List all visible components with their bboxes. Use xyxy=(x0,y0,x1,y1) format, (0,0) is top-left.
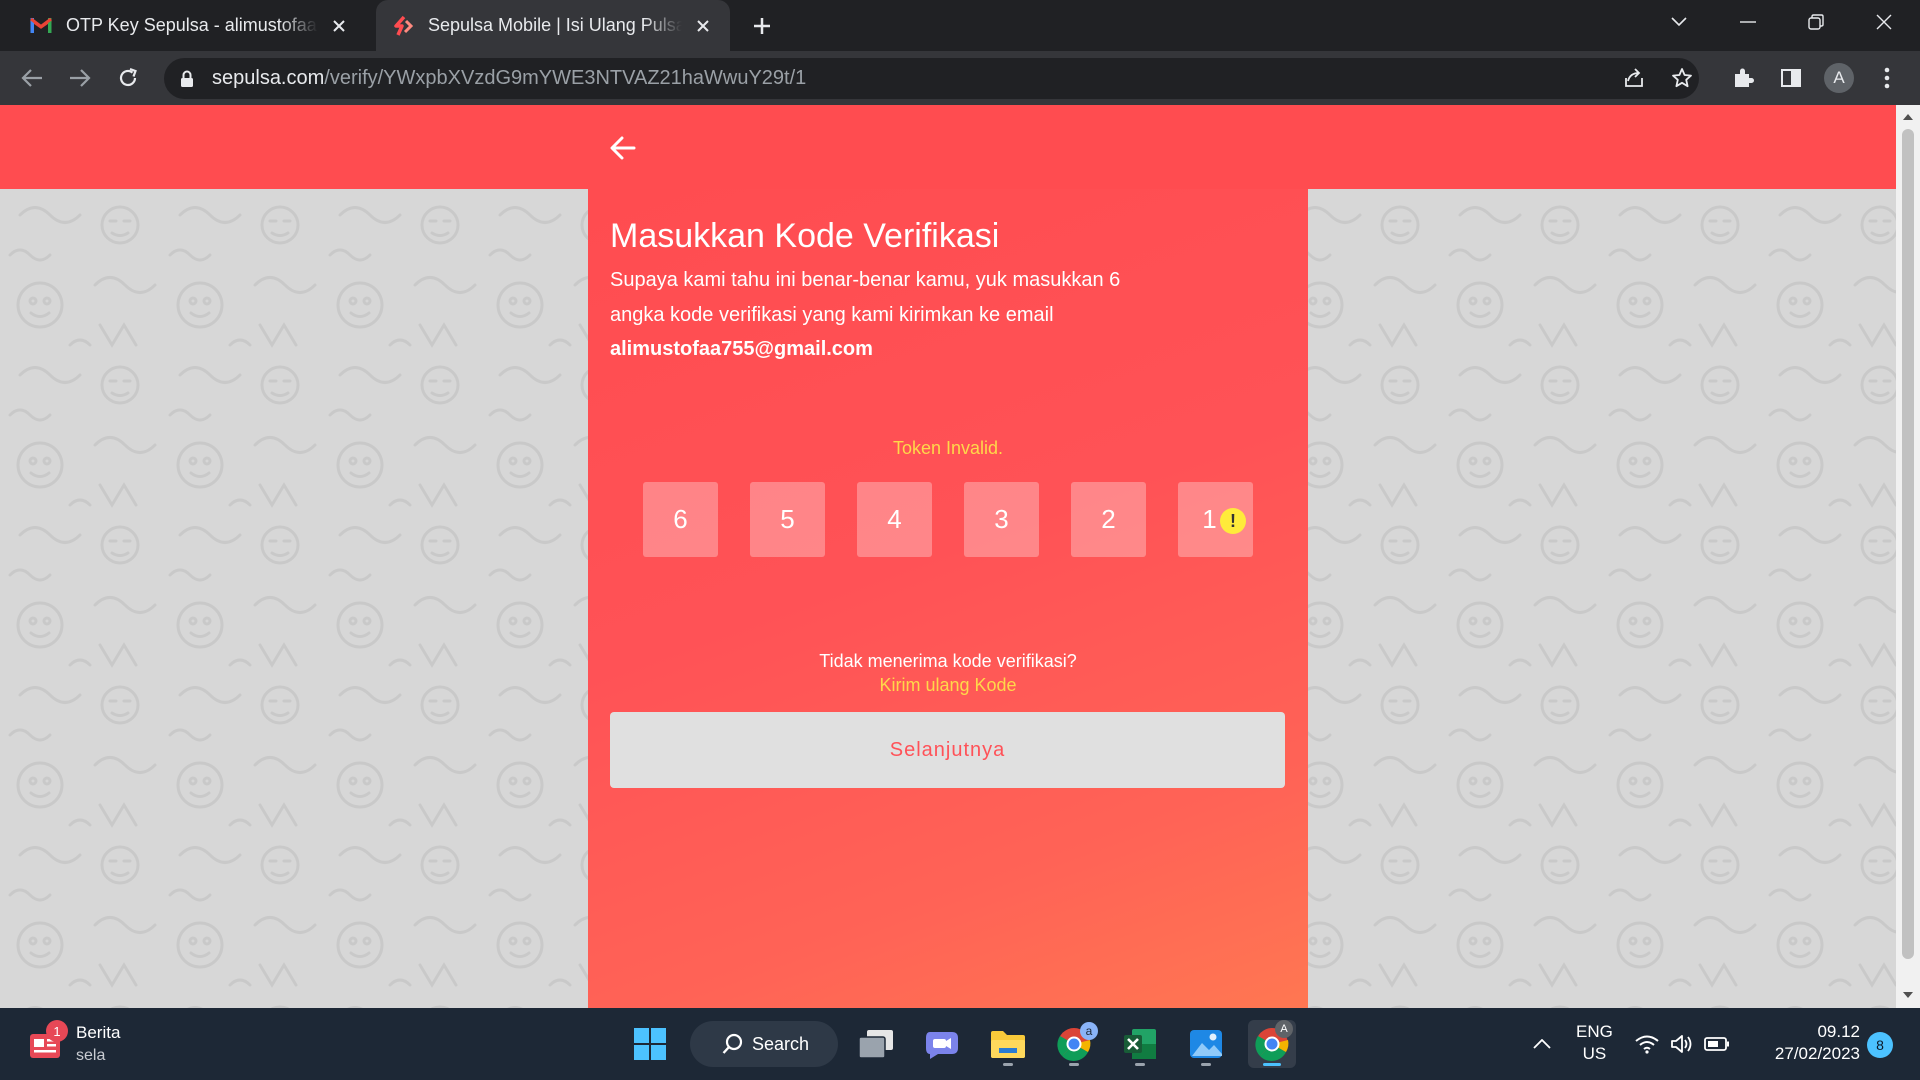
forward-nav-icon[interactable] xyxy=(64,62,96,94)
otp-digit-value: 4 xyxy=(887,504,902,534)
share-icon[interactable] xyxy=(1618,62,1650,94)
tab-title: OTP Key Sepulsa - alimustofaa755@gmail.c… xyxy=(66,15,318,35)
file-explorer-icon[interactable] xyxy=(984,1020,1032,1068)
chrome-profile-icon[interactable]: a xyxy=(1050,1020,1098,1068)
back-arrow-icon[interactable] xyxy=(606,131,640,165)
otp-digit-value: 5 xyxy=(780,504,795,534)
chrome-active-badge: A xyxy=(1275,1020,1293,1038)
verification-description: Supaya kami tahu ini benar-benar kamu, y… xyxy=(610,269,1121,326)
taskbar: 1 Berita sela Search a A ENG US 09.12 27… xyxy=(0,1008,1920,1080)
search-label: Search xyxy=(752,1033,810,1054)
otp-digit-value: 2 xyxy=(1101,504,1116,534)
taskbar-search[interactable]: Search xyxy=(690,1021,838,1067)
system-tray-status[interactable] xyxy=(1632,1020,1732,1068)
otp-digit-value: 6 xyxy=(673,504,688,534)
page-scrollbar[interactable] xyxy=(1896,105,1920,1008)
excel-icon[interactable] xyxy=(1116,1020,1164,1068)
otp-digit-3[interactable]: 4 xyxy=(857,482,932,557)
bookmark-star-icon[interactable] xyxy=(1666,62,1698,94)
start-icon[interactable] xyxy=(626,1020,674,1068)
profile-avatar[interactable]: A xyxy=(1824,63,1854,93)
restore-icon[interactable] xyxy=(1788,0,1844,44)
error-message: Token Invalid. xyxy=(892,438,1004,458)
tab-gmail[interactable]: OTP Key Sepulsa - alimustofaa755@gmail.c… xyxy=(14,0,366,51)
chrome-profile-badge: a xyxy=(1080,1022,1098,1040)
task-view-icon[interactable] xyxy=(852,1020,900,1068)
otp-digit-4[interactable]: 3 xyxy=(964,482,1039,557)
chrome-active-icon[interactable]: A xyxy=(1248,1020,1296,1068)
page-viewport: Masukkan Kode Verifikasi Supaya kami tah… xyxy=(0,105,1896,1008)
running-indicator xyxy=(1201,1063,1211,1066)
running-indicator xyxy=(1135,1063,1145,1066)
running-indicator xyxy=(1069,1063,1079,1066)
otp-digit-1[interactable]: 6 xyxy=(643,482,718,557)
resend-code-link[interactable]: Kirim ulang Kode xyxy=(588,675,1308,696)
close-tab-icon[interactable] xyxy=(328,15,350,37)
close-window-icon[interactable] xyxy=(1856,0,1912,44)
tray-chevron-icon[interactable] xyxy=(1518,1020,1566,1068)
lock-icon[interactable] xyxy=(180,70,198,88)
otp-digit-value: 3 xyxy=(994,504,1009,534)
side-panel-icon[interactable] xyxy=(1775,62,1807,94)
sepulsa-icon xyxy=(392,15,414,37)
resend-question: Tidak menerima kode verifikasi? xyxy=(819,651,1077,671)
running-indicator xyxy=(1003,1063,1013,1066)
wifi-icon xyxy=(1635,1035,1659,1054)
otp-input-group: 6 5 4 3 2 1 ! xyxy=(643,482,1253,557)
minimize-icon[interactable] xyxy=(1720,0,1776,44)
tab-sepulsa[interactable]: Sepulsa Mobile | Isi Ulang Pulsa Sepulsa xyxy=(376,0,730,51)
verification-card: Masukkan Kode Verifikasi Supaya kami tah… xyxy=(588,189,1308,1008)
extensions-icon[interactable] xyxy=(1727,62,1759,94)
tab-strip: OTP Key Sepulsa - alimustofaa755@gmail.c… xyxy=(0,0,1920,51)
clock-time: 09.12 xyxy=(1817,1022,1860,1041)
notification-badge[interactable]: 8 xyxy=(1867,1032,1893,1058)
news-title: Berita xyxy=(76,1023,121,1042)
news-widget[interactable]: 1 Berita sela xyxy=(28,1020,121,1067)
scroll-up-icon[interactable] xyxy=(1902,111,1914,123)
tab-search-chevron-icon[interactable] xyxy=(1651,0,1707,44)
clock[interactable]: 09.12 27/02/2023 xyxy=(1760,1021,1860,1065)
address-bar[interactable]: sepulsa.com/verify/YWxpbXVzdG9mYWE3NTVAZ… xyxy=(164,58,1699,99)
photos-icon[interactable] xyxy=(1182,1020,1230,1068)
url-path: /verify/YWxpbXVzdG9mYWE3NTVAZ21haWwuY29t… xyxy=(324,67,807,89)
language-indicator[interactable]: ENG US xyxy=(1576,1021,1613,1065)
url-host: sepulsa.com xyxy=(212,67,325,89)
search-icon xyxy=(722,1033,743,1054)
battery-icon xyxy=(1704,1037,1729,1051)
otp-digit-value: 1 xyxy=(1202,504,1217,534)
warning-icon: ! xyxy=(1220,508,1246,534)
tab-title: Sepulsa Mobile | Isi Ulang Pulsa Sepulsa xyxy=(428,15,682,35)
next-button[interactable]: Selanjutnya xyxy=(610,712,1285,788)
otp-digit-5[interactable]: 2 xyxy=(1071,482,1146,557)
news-badge: 1 xyxy=(46,1020,68,1042)
teams-chat-icon[interactable] xyxy=(918,1020,966,1068)
language-code: ENG xyxy=(1576,1022,1613,1041)
news-icon: 1 xyxy=(28,1020,68,1062)
keyboard-region: US xyxy=(1582,1044,1607,1063)
back-nav-icon[interactable] xyxy=(16,62,48,94)
volume-icon xyxy=(1671,1035,1692,1053)
browser-toolbar: sepulsa.com/verify/YWxpbXVzdG9mYWE3NTVAZ… xyxy=(0,51,1920,105)
close-tab-icon[interactable] xyxy=(692,15,714,37)
news-subtitle: sela xyxy=(76,1047,106,1064)
url-text[interactable]: sepulsa.com/verify/YWxpbXVzdG9mYWE3NTVAZ… xyxy=(212,67,806,90)
reload-icon[interactable] xyxy=(112,62,144,94)
clock-date: 27/02/2023 xyxy=(1774,1044,1860,1063)
gmail-icon xyxy=(30,15,52,37)
running-indicator xyxy=(1263,1063,1281,1066)
otp-digit-6[interactable]: 1 ! xyxy=(1178,482,1253,557)
app-header xyxy=(0,105,1896,189)
more-menu-icon[interactable] xyxy=(1871,62,1903,94)
otp-digit-2[interactable]: 5 xyxy=(750,482,825,557)
scrollbar-thumb[interactable] xyxy=(1902,129,1914,959)
page-title: Masukkan Kode Verifikasi xyxy=(610,217,1000,255)
target-email: alimustofaa755@gmail.com xyxy=(610,338,873,360)
scroll-down-icon[interactable] xyxy=(1902,989,1914,1001)
new-tab-icon[interactable] xyxy=(748,12,776,40)
